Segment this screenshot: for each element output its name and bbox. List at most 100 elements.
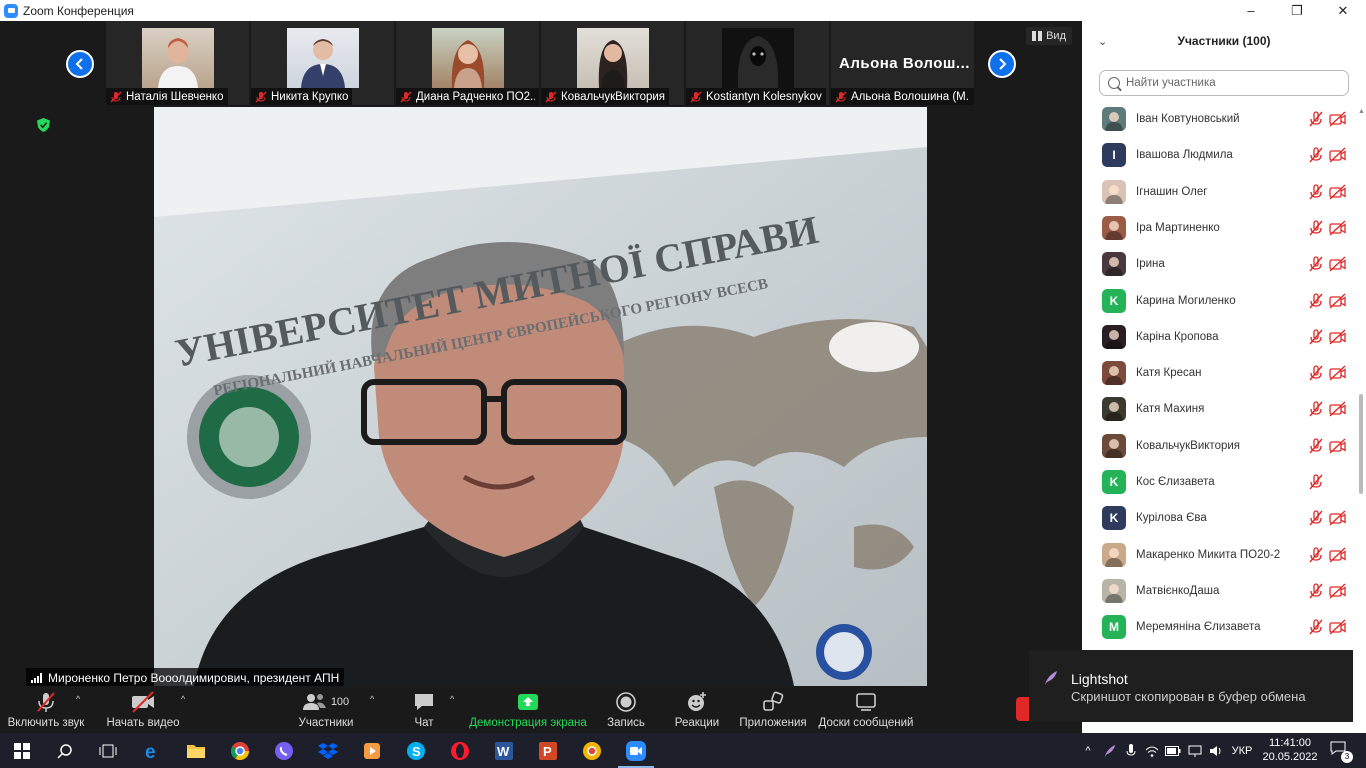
taskbar-file-explorer[interactable] <box>174 733 218 768</box>
microphone-icon <box>1126 743 1136 756</box>
participant-video <box>286 28 359 88</box>
participant-row[interactable]: КовальчукВиктория <box>1082 428 1352 464</box>
participant-row[interactable]: Ігнашин Олег <box>1082 174 1352 210</box>
participant-row[interactable]: Іра Мартиненко <box>1082 210 1352 246</box>
tray-overflow-button[interactable]: ^ <box>1080 733 1096 768</box>
participant-name: Ірина <box>1136 258 1165 271</box>
participant-avatar <box>1102 578 1126 603</box>
participant-row[interactable]: Каріна Кропова <box>1082 319 1352 355</box>
reactions-button[interactable]: Реакции <box>672 686 722 733</box>
participant-row[interactable]: M Меремяніна Єлизавета <box>1082 609 1352 645</box>
taskbar-zoom[interactable] <box>614 733 658 768</box>
next-page-button[interactable] <box>988 50 1016 78</box>
participant-list-scrollbar[interactable] <box>1358 100 1364 680</box>
clock-time: 11:41:00 <box>1268 737 1311 749</box>
mic-muted-icon <box>1309 401 1323 417</box>
mic-muted-icon <box>1309 292 1323 308</box>
video-off-icon <box>1329 220 1346 236</box>
chat-icon <box>415 694 433 710</box>
lightshot-feather-icon <box>1104 744 1116 757</box>
record-button[interactable]: Запись <box>602 686 650 733</box>
participant-search-input[interactable] <box>1126 77 1326 89</box>
participant-name: Кос Єлизавета <box>1136 476 1215 488</box>
mic-muted-icon <box>545 91 557 102</box>
participant-name: Івашова Людмила <box>1136 149 1233 162</box>
connection-signal-icon <box>31 672 42 683</box>
apps-label: Приложения <box>739 717 807 729</box>
participant-thumbnail[interactable]: Наталія Шевченко <box>106 21 249 105</box>
participant-thumbnail[interactable]: Альона Волош... Альона Волошина (М... <box>831 21 974 105</box>
taskbar-skype[interactable]: S <box>394 733 438 768</box>
participant-row[interactable]: K Карина Могиленко <box>1082 283 1352 319</box>
participant-row[interactable]: K Курілова Єва <box>1082 500 1352 536</box>
action-center-button[interactable]: 3 <box>1330 741 1353 763</box>
participant-row[interactable]: I Івашова Людмила <box>1082 137 1352 173</box>
participant-video <box>431 28 504 88</box>
tray-volume[interactable] <box>1207 733 1225 768</box>
record-label: Запись <box>607 717 645 729</box>
active-speaker-video: УНІВЕРСИТЕТ МИТНОЇ СПРАВИ РЕГІОНАЛЬНИЙ Н… <box>154 107 927 686</box>
video-off-icon <box>1329 547 1346 563</box>
taskbar-clock[interactable]: 11:41:00 20.05.2022 <box>1258 736 1322 764</box>
participant-row[interactable]: Катя Кресан <box>1082 355 1352 391</box>
participant-thumbnail[interactable]: Диана Радченко ПО2... <box>396 21 539 105</box>
chat-button[interactable]: Чат <box>404 686 444 733</box>
tray-lightshot[interactable] <box>1100 733 1120 768</box>
mic-muted-icon <box>1309 147 1323 163</box>
tray-battery[interactable] <box>1164 733 1182 768</box>
participant-thumbnail[interactable]: Никита Крупко <box>251 21 394 105</box>
taskbar-dropbox[interactable] <box>306 733 350 768</box>
tray-wifi[interactable] <box>1143 733 1161 768</box>
participant-row[interactable]: Іван Ковтуновський <box>1082 101 1352 137</box>
participant-row[interactable]: МатвієнкоДаша <box>1082 573 1352 609</box>
task-view-icon <box>99 744 117 757</box>
participants-button[interactable]: 100 Участники <box>290 686 362 733</box>
prev-page-button[interactable] <box>66 50 94 78</box>
lightshot-notification[interactable]: Lightshot Скриншот скопирован в буфер об… <box>1029 650 1353 722</box>
taskbar-chrome[interactable] <box>218 733 262 768</box>
tray-network[interactable] <box>1186 733 1204 768</box>
taskbar-viber[interactable] <box>262 733 306 768</box>
participants-options-caret[interactable]: ^ <box>370 694 374 704</box>
video-options-caret[interactable]: ^ <box>181 694 185 704</box>
taskbar-word[interactable]: W <box>482 733 526 768</box>
participant-avatar <box>1102 542 1126 567</box>
participant-row[interactable]: Макаренко Микита ПО20-2 <box>1082 537 1352 573</box>
chat-options-caret[interactable]: ^ <box>450 694 454 704</box>
media-player-icon <box>364 742 380 759</box>
task-view-button[interactable] <box>86 733 130 768</box>
participant-row[interactable]: Ірина <box>1082 246 1352 282</box>
unmute-button[interactable]: Включить звук <box>6 686 86 733</box>
start-video-button[interactable]: Начать видео <box>103 686 183 733</box>
tray-language[interactable]: УКР <box>1228 733 1256 768</box>
participant-thumbnail[interactable]: Kostiantyn Kolesnykov <box>686 21 829 105</box>
video-off-icon <box>1329 111 1346 127</box>
close-button[interactable]: ✕ <box>1320 0 1366 21</box>
apps-button[interactable]: Приложения <box>738 686 808 733</box>
taskbar-powerpoint[interactable]: P <box>526 733 570 768</box>
taskbar-media-player[interactable] <box>350 733 394 768</box>
participant-video <box>141 28 214 88</box>
taskbar-opera[interactable] <box>438 733 482 768</box>
search-button[interactable] <box>43 733 87 768</box>
participant-row[interactable]: K Кос Єлизавета <box>1082 464 1352 500</box>
view-button[interactable]: Вид <box>1026 27 1072 45</box>
participant-thumbnail[interactable]: КовальчукВиктория <box>541 21 684 105</box>
svg-text:S: S <box>412 744 421 759</box>
participants-panel-title: Участники (100) <box>1177 34 1271 48</box>
maximize-button[interactable]: ❐ <box>1274 0 1320 21</box>
chat-label: Чат <box>414 717 434 729</box>
minimize-button[interactable]: – <box>1228 0 1274 21</box>
taskbar-edge[interactable]: e <box>130 733 174 768</box>
share-screen-button[interactable]: Демонстрация экрана <box>468 686 588 733</box>
collapse-panel-icon[interactable]: ⌄ <box>1098 35 1107 48</box>
tray-microphone[interactable] <box>1122 733 1140 768</box>
title-bar: Zoom Конференция – ❐ ✕ <box>0 0 1366 21</box>
encryption-shield-icon[interactable] <box>37 118 50 132</box>
whiteboards-button[interactable]: Доски сообщений <box>818 686 914 733</box>
start-button[interactable] <box>0 733 44 768</box>
taskbar-chrome-canary[interactable] <box>570 733 614 768</box>
audio-options-caret[interactable]: ^ <box>76 694 80 704</box>
participants-count: 100 <box>330 696 350 708</box>
participant-row[interactable]: Катя Махиня <box>1082 391 1352 427</box>
